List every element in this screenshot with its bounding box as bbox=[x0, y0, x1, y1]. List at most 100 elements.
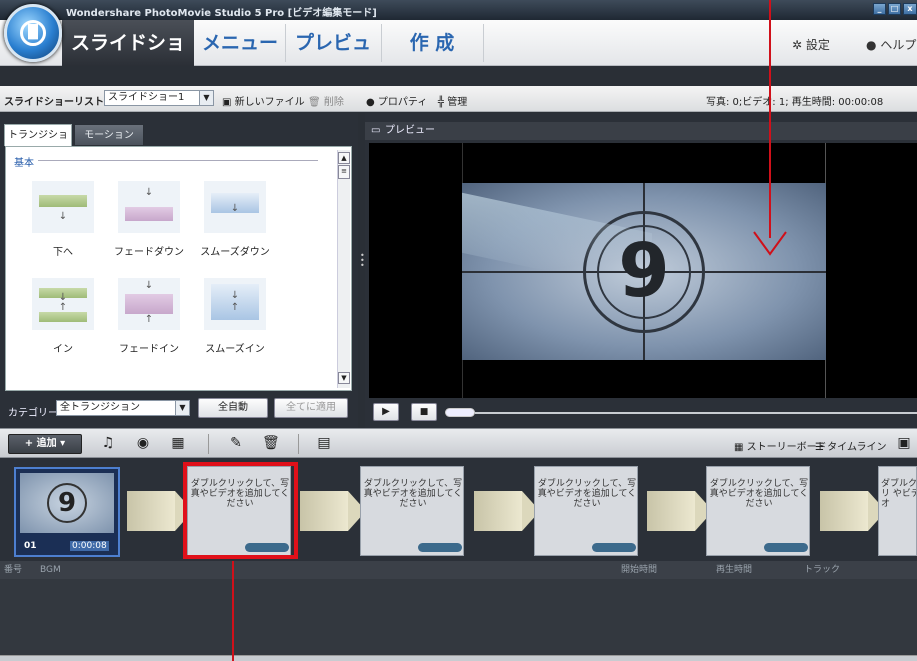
timeline-icon: ☰ bbox=[815, 442, 824, 453]
minimize-button[interactable]: _ bbox=[873, 3, 886, 15]
properties-icon: ● bbox=[366, 97, 375, 108]
scroll-down-icon[interactable]: ▼ bbox=[338, 372, 350, 384]
fade-in-transition-icon: ↓ ↑ bbox=[118, 278, 180, 330]
preview-panel: ▭ プレビュー 9 ▶ ■ bbox=[365, 113, 917, 428]
slot-duration-pill bbox=[592, 543, 636, 552]
empty-clip-slot[interactable]: ダブルクリ やビデオ bbox=[878, 466, 917, 556]
preview-screen: 9 bbox=[369, 143, 917, 398]
timeline-label: タイムライン bbox=[827, 442, 887, 453]
clip-thumbnail: 9 bbox=[20, 473, 114, 533]
play-icon[interactable]: ▶ bbox=[373, 403, 399, 421]
grid-icon[interactable]: ▤ bbox=[316, 435, 332, 451]
transition-scrollbar[interactable]: ▲ ≡ ▼ bbox=[337, 150, 350, 388]
app-logo: ▐▌ bbox=[4, 4, 62, 62]
properties-button[interactable]: ● プロパティ bbox=[366, 93, 427, 108]
transition-item[interactable]: ↓ スムーズダウン bbox=[200, 181, 270, 271]
empty-clip-slot[interactable]: ダブルクリックして、写真やビデオを追加してください bbox=[534, 466, 638, 556]
annotation-arrowhead bbox=[753, 231, 787, 256]
seek-bar[interactable] bbox=[475, 412, 917, 414]
scroll-thumb[interactable]: ≡ bbox=[338, 165, 350, 179]
edit-icon[interactable]: ✎ bbox=[228, 435, 244, 451]
clip-duration: 0:00:08 bbox=[70, 541, 109, 551]
transition-item[interactable]: ↓ ↑ イン bbox=[28, 278, 98, 368]
track-info-header: 番号 BGM 開始時間 再生時間 トラック bbox=[0, 561, 917, 579]
transition-item[interactable]: ↓ ↑ フェードイン bbox=[114, 278, 184, 368]
new-file-icon: ▣ bbox=[222, 97, 232, 108]
seek-thumb[interactable] bbox=[445, 408, 475, 417]
col-bgm: BGM bbox=[40, 565, 61, 575]
stop-icon[interactable]: ■ bbox=[411, 403, 437, 421]
apply-all-button[interactable]: 全てに適用 bbox=[274, 398, 348, 418]
slideshow-list-label: スライドショーリスト bbox=[4, 97, 104, 108]
manage-button[interactable]: ╬ 管理 bbox=[438, 93, 467, 108]
transition-label: 下へ bbox=[53, 247, 73, 258]
title-bar: Wondershare PhotoMovie Studio 5 Pro [ビデオ… bbox=[0, 0, 917, 20]
fade-down-transition-icon: ↓ bbox=[118, 181, 180, 233]
storyboard-toolbar: + 追加 ▾ ♫ ◉ ▦ ✎ 🗑 ▤ ▦ ストーリーボード ☰ タイムライン ▣ bbox=[0, 428, 917, 458]
slideshow-list-value: スライドショー1 bbox=[108, 92, 185, 103]
smooth-in-transition-icon: ↓ ↑ bbox=[204, 278, 266, 330]
down-transition-icon: ↓ bbox=[32, 181, 94, 233]
tab-menu[interactable]: メニュー bbox=[196, 20, 284, 66]
scroll-up-icon[interactable]: ▲ bbox=[338, 152, 350, 164]
tab-preview[interactable]: プレビュー bbox=[286, 20, 380, 100]
transition-slot[interactable] bbox=[474, 491, 540, 531]
tab-create[interactable]: 作 成 bbox=[382, 20, 482, 66]
help-button[interactable]: ● ヘルプ bbox=[866, 36, 916, 53]
logo-mark-icon: ▐▌ bbox=[20, 20, 46, 46]
music-icon[interactable]: ♫ bbox=[100, 435, 116, 451]
highlight-box bbox=[183, 462, 298, 559]
transition-slot[interactable] bbox=[300, 491, 366, 531]
group-basic-label: 基本 bbox=[14, 158, 34, 169]
settings-label: 設定 bbox=[805, 38, 830, 52]
storyboard-clip[interactable]: 9 01 0:00:08 bbox=[14, 467, 120, 557]
trash-icon[interactable]: 🗑 bbox=[262, 435, 280, 451]
empty-clip-slot[interactable]: ダブルクリックして、写真やビデオを追加してください bbox=[360, 466, 464, 556]
transition-label: スムーズイン bbox=[205, 344, 265, 355]
transition-item[interactable]: ↓ 下へ bbox=[28, 181, 98, 271]
horizontal-scrollbar[interactable] bbox=[0, 655, 917, 661]
storyboard: 9 01 0:00:08 ダブルクリックして、写真やビデオを追加してください ダ… bbox=[0, 458, 917, 561]
gear-icon: ✲ bbox=[792, 38, 803, 52]
slot-duration-pill bbox=[764, 543, 808, 552]
auto-button[interactable]: 全自動 bbox=[198, 398, 268, 418]
storyboard-view-button[interactable]: ▦ ストーリーボード bbox=[734, 438, 827, 453]
annotation-line-bottom bbox=[232, 561, 234, 661]
delete-button[interactable]: 🗑 削除 bbox=[308, 93, 344, 108]
slideshow-toolbar: スライドショーリスト スライドショー1 ▼ ▣ 新しいファイル 🗑 削除 ● プ… bbox=[0, 86, 917, 112]
slot-placeholder-text: ダブルクリックして、写真やビデオを追加してください bbox=[537, 479, 637, 509]
slot-placeholder-text: ダブルクリックして、写真やビデオを追加してください bbox=[709, 479, 809, 509]
transition-slot[interactable] bbox=[127, 491, 193, 531]
playback-controls: ▶ ■ bbox=[365, 399, 917, 427]
transition-slot[interactable] bbox=[820, 491, 886, 531]
record-icon[interactable]: ◉ bbox=[135, 435, 151, 451]
settings-button[interactable]: ✲ 設定 bbox=[792, 36, 830, 53]
subtitle-icon[interactable]: ▦ bbox=[170, 435, 186, 451]
timeline-view-button[interactable]: ☰ タイムライン bbox=[815, 438, 886, 453]
category-select[interactable]: 全トランジション ▼ bbox=[56, 400, 190, 416]
tab-slideshow[interactable]: スライドショー bbox=[62, 20, 194, 100]
tab-transition[interactable]: トランジション bbox=[4, 124, 72, 163]
smooth-down-transition-icon: ↓ bbox=[204, 181, 266, 233]
properties-label: プロパティ bbox=[377, 97, 428, 108]
col-start-time: 開始時間 bbox=[621, 565, 658, 575]
new-file-button[interactable]: ▣ 新しいファイル bbox=[222, 93, 305, 108]
panel-splitter[interactable]: • • • bbox=[358, 113, 365, 428]
transition-item[interactable]: ↓ ↑ スムーズイン bbox=[200, 278, 270, 368]
maximize-button[interactable]: □ bbox=[888, 3, 901, 15]
chevron-down-icon: ▼ bbox=[199, 91, 213, 105]
chevron-down-icon: ▼ bbox=[175, 401, 189, 415]
help-icon: ● bbox=[866, 38, 877, 52]
add-button[interactable]: + 追加 ▾ bbox=[8, 434, 82, 454]
close-button[interactable]: x bbox=[903, 3, 917, 15]
export-icon[interactable]: ▣ bbox=[896, 435, 912, 451]
tab-motion[interactable]: モーション bbox=[74, 124, 144, 146]
category-row: カテゴリー 全トランジション ▼ 全自動 全てに適用 bbox=[0, 396, 358, 424]
help-label: ヘルプ bbox=[880, 38, 917, 52]
project-status: 写真: 0;ビデオ: 1; 再生時間: 00:00:08 bbox=[706, 97, 884, 108]
empty-clip-slot[interactable]: ダブルクリックして、写真やビデオを追加してください bbox=[706, 466, 810, 556]
clip-thumb-number: 9 bbox=[57, 488, 77, 518]
transition-item[interactable]: ↓ フェードダウン bbox=[114, 181, 184, 271]
transition-slot[interactable] bbox=[647, 491, 713, 531]
slideshow-list-select[interactable]: スライドショー1 ▼ bbox=[104, 90, 214, 106]
